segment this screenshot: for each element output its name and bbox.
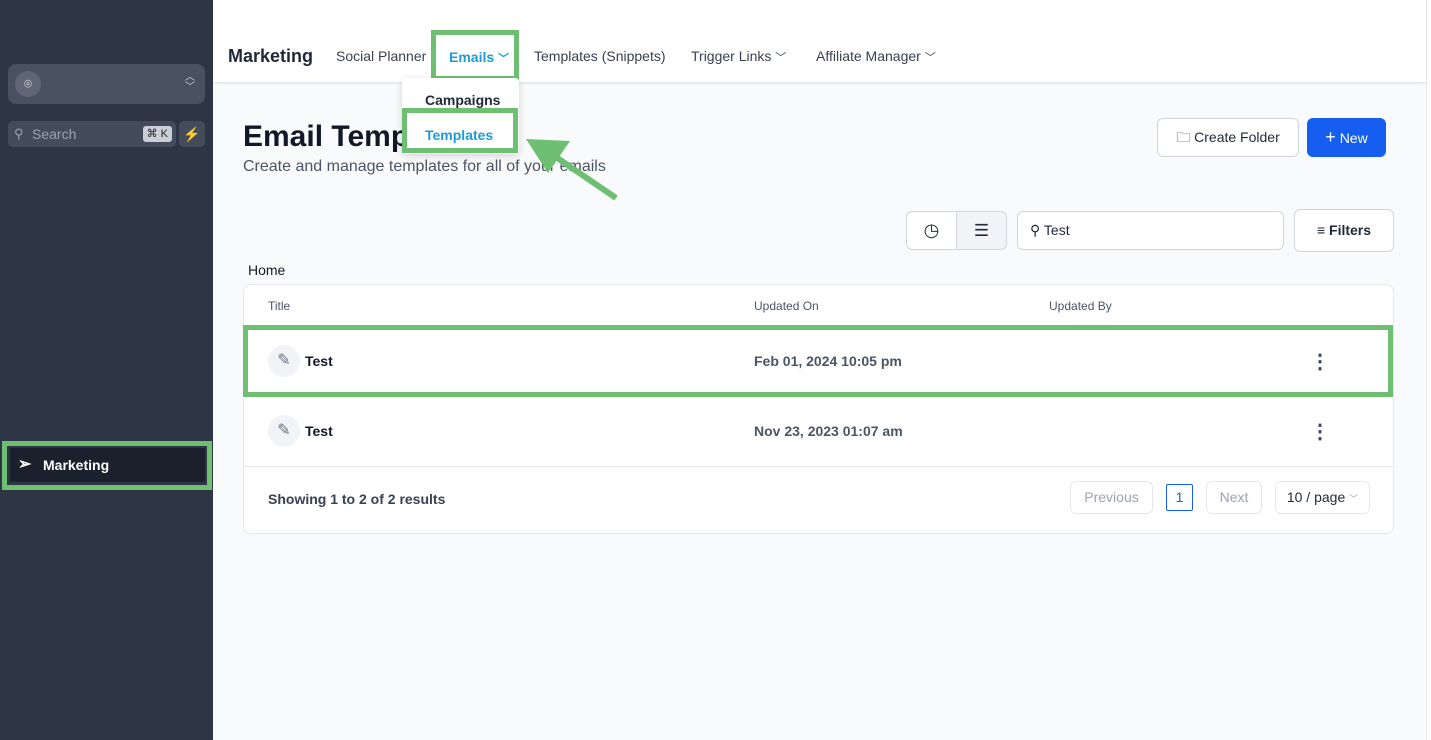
search-placeholder: Search: [32, 126, 77, 142]
search-icon: ⚲: [14, 126, 24, 141]
clock-icon: ◷: [923, 220, 940, 240]
button-label: Filters: [1329, 222, 1372, 238]
filter-icon: ≡: [1316, 222, 1326, 238]
chevron-down-icon: ﹀: [775, 52, 787, 64]
nav-trigger-links[interactable]: Trigger Links ﹀: [691, 48, 786, 65]
nav-label: Affiliate Manager: [816, 48, 921, 64]
nav-templates-snippets[interactable]: Templates (Snippets): [534, 48, 666, 64]
search-value: Test: [1043, 222, 1070, 238]
sidebar-search[interactable]: ⚲ Search ⌘ K: [8, 121, 176, 147]
nav-social-planner[interactable]: Social Planner: [336, 48, 426, 64]
button-label: New: [1339, 130, 1368, 146]
updated-on: Nov 23, 2023 01:07 am: [754, 423, 903, 439]
top-nav: [213, 0, 1426, 82]
search-icon: ⚲: [1030, 222, 1041, 238]
previous-button[interactable]: Previous: [1070, 481, 1153, 514]
filters-button[interactable]: ≡ Filters: [1294, 209, 1394, 252]
template-search-input[interactable]: ⚲ Test: [1017, 211, 1284, 250]
quick-action-button[interactable]: ⚡: [179, 121, 205, 147]
template-icon: ✎: [268, 415, 300, 447]
column-header-updated-on: Updated On: [754, 299, 819, 313]
highlight-box: [402, 108, 518, 153]
column-header-title: Title: [268, 299, 291, 313]
per-page-select[interactable]: 10 / page ﹀: [1275, 481, 1370, 514]
folder-icon: 🗀: [1176, 129, 1191, 145]
next-button[interactable]: Next: [1206, 481, 1262, 514]
button-label: Create Folder: [1194, 129, 1280, 145]
highlight-box: [2, 441, 212, 490]
column-header-updated-by: Updated By: [1049, 299, 1112, 313]
table-row[interactable]: ✎ Test Nov 23, 2023 01:07 am ⋮: [244, 396, 1393, 466]
menu-item-campaigns[interactable]: Campaigns: [425, 92, 500, 108]
right-edge: [1426, 0, 1431, 740]
nav-brand: Marketing: [228, 46, 314, 66]
template-title[interactable]: Test: [305, 423, 333, 439]
per-page-value: 10 / page: [1286, 489, 1346, 505]
arrow-annotation: [526, 139, 618, 201]
more-options-icon[interactable]: ⋮: [1310, 419, 1330, 444]
highlight-box: [431, 30, 519, 81]
breadcrumb[interactable]: Home: [248, 262, 285, 278]
nav-affiliate-manager[interactable]: Affiliate Manager ﹀: [816, 48, 936, 65]
location-icon: ⌾: [15, 71, 41, 97]
bolt-icon: ⚡: [183, 126, 201, 142]
new-button[interactable]: + New: [1307, 118, 1386, 157]
shortcut-badge: ⌘ K: [142, 126, 172, 142]
highlight-box: [243, 325, 1393, 397]
chevron-updown-icon: ︿ ﹀: [185, 72, 195, 93]
list-icon: ☰: [973, 221, 990, 240]
recent-view-toggle[interactable]: ◷: [906, 211, 957, 250]
chevron-down-icon: ﹀: [924, 52, 936, 64]
nav-label: Trigger Links: [691, 48, 772, 64]
page-1-button[interactable]: 1: [1166, 484, 1193, 511]
results-summary: Showing 1 to 2 of 2 results: [268, 491, 446, 507]
sidebar: ⌾ ︿ ﹀ ⚲ Search ⌘ K ⚡ ➢ Marketing: [0, 0, 213, 740]
location-switcher[interactable]: ⌾ ︿ ﹀: [8, 64, 205, 104]
chevron-down-icon: ﹀: [1349, 494, 1359, 504]
list-view-toggle[interactable]: ☰: [956, 211, 1007, 250]
create-folder-button[interactable]: 🗀 Create Folder: [1157, 118, 1299, 157]
plus-icon: +: [1325, 127, 1336, 147]
